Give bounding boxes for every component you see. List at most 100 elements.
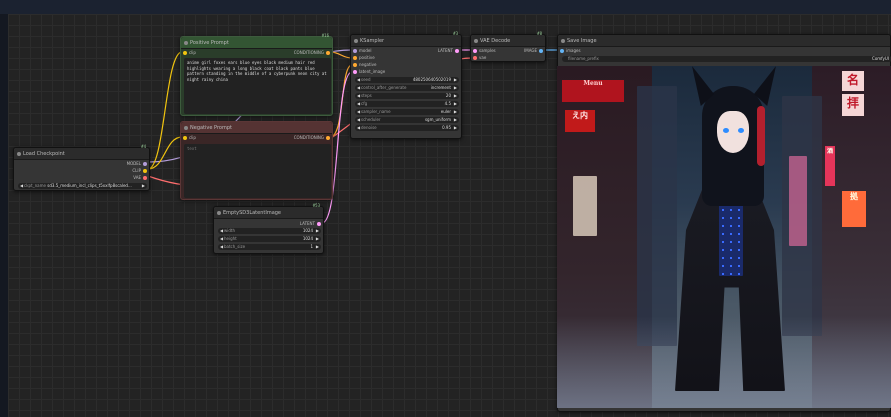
- arrow-right-icon[interactable]: ▶: [454, 101, 457, 107]
- scheduler-widget[interactable]: ◀ scheduler sgm_uniform ▶: [355, 117, 459, 123]
- input-negative[interactable]: negative: [353, 62, 377, 68]
- output-conditioning[interactable]: CONDITIONING: [294, 135, 330, 141]
- load-checkpoint-node[interactable]: Load Checkpoint #4 MODEL CLIP VAE ◀ ckpt_n…: [13, 144, 150, 191]
- input-latent-image[interactable]: latent_image: [353, 69, 385, 75]
- port-dot-icon[interactable]: [143, 169, 147, 173]
- output-vae[interactable]: VAE: [133, 175, 147, 181]
- arrow-right-icon[interactable]: ▶: [454, 85, 457, 91]
- port-dot-icon[interactable]: [455, 49, 459, 53]
- port-dot-icon[interactable]: [183, 136, 187, 140]
- port-dot-icon[interactable]: [353, 56, 357, 60]
- arrow-left-icon[interactable]: ◀: [220, 244, 223, 250]
- output-latent[interactable]: LATENT: [438, 48, 459, 54]
- node-header[interactable]: KSampler #3: [351, 31, 461, 47]
- node-header[interactable]: VAE Decode #8: [471, 31, 545, 47]
- arrow-right-icon[interactable]: ▶: [454, 125, 457, 131]
- output-model[interactable]: MODEL: [127, 161, 147, 167]
- input-samples[interactable]: samples: [473, 48, 496, 54]
- ckpt-name-widget[interactable]: ◀ ckpt_name sd3.5_medium_incl_clips_t5xxl…: [18, 183, 147, 189]
- arrow-right-icon[interactable]: ▶: [142, 183, 145, 189]
- input-vae[interactable]: vae: [473, 55, 486, 61]
- port-dot-icon[interactable]: [353, 49, 357, 53]
- widget-value: 480250640502019: [412, 77, 451, 82]
- arrow-right-icon[interactable]: ▶: [316, 228, 319, 234]
- empty-latent-image-node[interactable]: EmptySD3LatentImage #53 LATENT ◀ width 1024…: [213, 203, 324, 254]
- positive-prompt-node[interactable]: Positive Prompt #16 clip CONDITIONING ani…: [180, 33, 333, 116]
- seed-widget[interactable]: ◀ seed 480250640502019 ▶: [355, 77, 459, 83]
- input-model[interactable]: model: [353, 48, 371, 54]
- node-header[interactable]: Positive Prompt #16: [181, 33, 332, 49]
- port-dot-icon[interactable]: [183, 51, 187, 55]
- arrow-right-icon[interactable]: ▶: [454, 93, 457, 99]
- port-dot-icon[interactable]: [473, 49, 477, 53]
- arrow-left-icon[interactable]: ◀: [357, 117, 360, 123]
- arrow-left-icon[interactable]: ◀: [220, 228, 223, 234]
- arrow-right-icon[interactable]: ▶: [454, 109, 457, 115]
- arrow-left-icon[interactable]: ◀: [357, 125, 360, 131]
- arrow-left-icon[interactable]: ◀: [357, 109, 360, 115]
- port-dot-icon[interactable]: [317, 222, 321, 226]
- node-id: #53: [312, 203, 320, 208]
- collapse-dot-icon[interactable]: [474, 39, 478, 43]
- ksampler-node[interactable]: KSampler #3 model positive negative laten…: [350, 31, 462, 139]
- node-header[interactable]: Save Image: [558, 35, 890, 47]
- node-id: #8: [537, 31, 542, 36]
- output-conditioning[interactable]: CONDITIONING: [294, 50, 330, 56]
- arrow-right-icon[interactable]: ▶: [316, 236, 319, 242]
- steps-widget[interactable]: ◀ steps 20 ▶: [355, 93, 459, 99]
- port-dot-icon[interactable]: [353, 70, 357, 74]
- height-widget[interactable]: ◀ height 1024 ▶: [218, 236, 321, 242]
- batch-size-widget[interactable]: ◀ batch_size 1 ▶: [218, 244, 321, 250]
- collapse-dot-icon[interactable]: [17, 152, 21, 156]
- cfg-widget[interactable]: ◀ cfg 4.5 ▶: [355, 101, 459, 107]
- widget-label: height: [224, 236, 237, 241]
- output-clip[interactable]: CLIP: [132, 168, 147, 174]
- prompt-text-area[interactable]: text: [184, 144, 331, 198]
- port-dot-icon[interactable]: [560, 49, 564, 53]
- top-bar: [0, 0, 891, 14]
- port-dot-icon[interactable]: [473, 56, 477, 60]
- node-header[interactable]: Load Checkpoint #4: [14, 144, 149, 160]
- port-dot-icon[interactable]: [143, 176, 147, 180]
- widget-value: ComfyUI: [872, 56, 889, 61]
- collapse-dot-icon[interactable]: [354, 39, 358, 43]
- port-dot-icon[interactable]: [539, 49, 543, 53]
- port-dot-icon[interactable]: [353, 63, 357, 67]
- arrow-left-icon[interactable]: ◀: [357, 77, 360, 83]
- input-clip[interactable]: clip: [183, 135, 196, 141]
- arrow-left-icon[interactable]: ◀: [20, 183, 23, 189]
- collapse-dot-icon[interactable]: [184, 126, 188, 130]
- negative-prompt-node[interactable]: Negative Prompt clip CONDITIONING text: [180, 121, 333, 200]
- arrow-left-icon[interactable]: ◀: [357, 85, 360, 91]
- arrow-right-icon[interactable]: ▶: [454, 117, 457, 123]
- port-dot-icon[interactable]: [326, 51, 330, 55]
- collapse-dot-icon[interactable]: [561, 39, 565, 43]
- port-dot-icon[interactable]: [326, 136, 330, 140]
- node-header[interactable]: Negative Prompt: [181, 122, 332, 134]
- arrow-left-icon[interactable]: ◀: [357, 101, 360, 107]
- input-positive[interactable]: positive: [353, 55, 375, 61]
- collapse-dot-icon[interactable]: [184, 41, 188, 45]
- vae-decode-node[interactable]: VAE Decode #8 samples vae IMAGE: [470, 31, 546, 62]
- output-image[interactable]: IMAGE: [524, 48, 543, 54]
- sampler-name-widget[interactable]: ◀ sampler_name euler ▶: [355, 109, 459, 115]
- control-after-generate-widget[interactable]: ◀ control_after_generate increment ▶: [355, 85, 459, 91]
- prompt-text-area[interactable]: anime girl foxes ears blue eyes black me…: [184, 58, 331, 114]
- arrow-left-icon[interactable]: ◀: [357, 93, 360, 99]
- denoise-widget[interactable]: ◀ denoise 0.95 ▶: [355, 125, 459, 131]
- arrow-right-icon[interactable]: ▶: [316, 244, 319, 250]
- node-header[interactable]: EmptySD3LatentImage #53: [214, 203, 323, 219]
- arrow-right-icon[interactable]: ▶: [454, 77, 457, 83]
- output-latent[interactable]: LATENT: [300, 221, 321, 227]
- collapse-dot-icon[interactable]: [217, 211, 221, 215]
- input-clip[interactable]: clip: [183, 50, 196, 56]
- width-widget[interactable]: ◀ width 1024 ▶: [218, 228, 321, 234]
- widget-label: control_after_generate: [361, 85, 407, 90]
- port-dot-icon[interactable]: [143, 162, 147, 166]
- filename-prefix-widget[interactable]: filename_prefix ComfyUI: [562, 56, 891, 62]
- input-images[interactable]: images: [560, 48, 581, 54]
- arrow-left-icon[interactable]: ◀: [220, 236, 223, 242]
- building: [637, 86, 677, 346]
- port-label: samples: [479, 48, 496, 53]
- widget-label: scheduler: [361, 117, 381, 122]
